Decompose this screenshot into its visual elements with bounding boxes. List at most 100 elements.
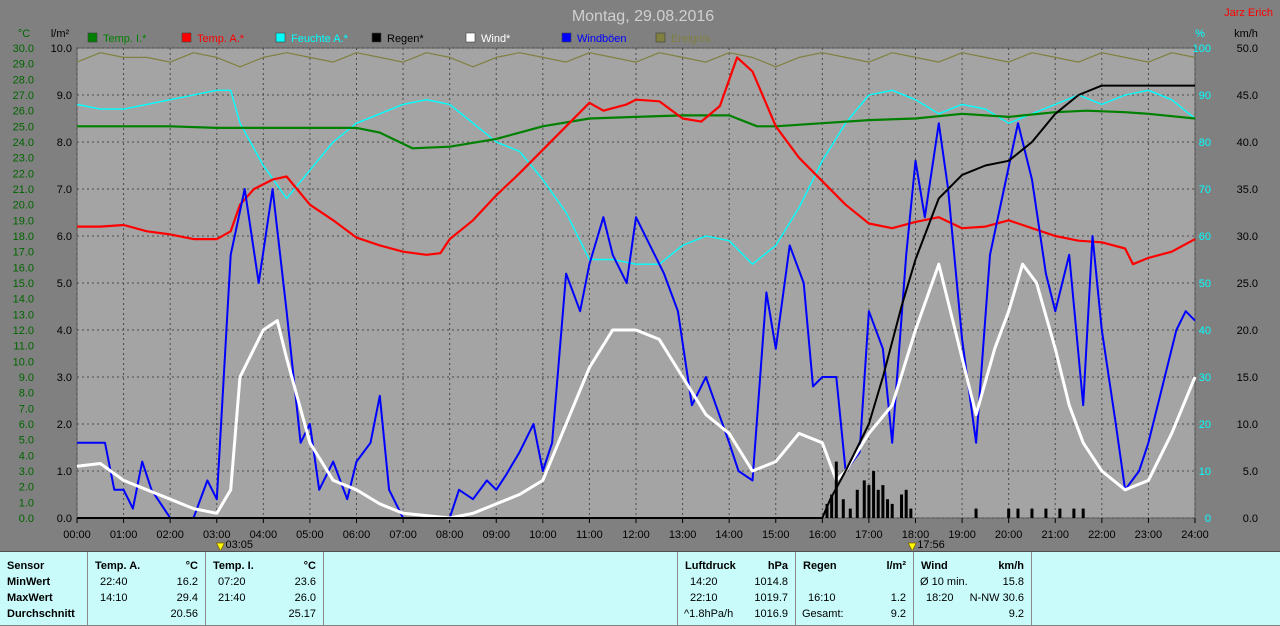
sensor-header: Sensor [7, 560, 45, 572]
temp-innen-max: 26.0 [294, 592, 316, 604]
temp-tick-label: 18.0 [13, 231, 34, 243]
temp-tick-label: 23.0 [13, 153, 34, 165]
temp-tick-label: 27.0 [13, 90, 34, 102]
x-tick-label: 13:00 [669, 529, 697, 541]
wind-tick-label: 25.0 [1237, 278, 1258, 290]
rain-tick-label: 10.0 [51, 43, 72, 55]
humidity-tick-label: 20 [1199, 419, 1211, 431]
rain-bar [841, 499, 845, 518]
row-label-avg: Durchschnitt [7, 608, 75, 620]
regen-max-time: 16:10 [808, 592, 836, 604]
temp-tick-label: 0.0 [19, 513, 34, 525]
x-tick-label: 04:00 [250, 529, 278, 541]
wind-avg10-label: Ø 10 min. [920, 576, 968, 588]
rain-bar [881, 485, 885, 518]
wind-avg10: 15.8 [1002, 576, 1024, 588]
temp-tick-label: 25.0 [13, 121, 34, 133]
regen-header: Regen [803, 560, 837, 572]
x-tick-label: 17:00 [855, 529, 883, 541]
temp-tick-label: 16.0 [13, 262, 34, 274]
rain-tick-label: 4.0 [57, 325, 72, 337]
x-tick-label: 11:00 [576, 529, 603, 541]
x-tick-label: 15:00 [762, 529, 790, 541]
rain-bar [904, 489, 908, 518]
temp-aussen-unit: °C [185, 560, 198, 572]
temp-innen-header: Temp. I. [213, 560, 254, 572]
rain-bar [834, 461, 838, 518]
temp-tick-label: 17.0 [13, 247, 34, 259]
temp-tick-label: 4.0 [19, 450, 34, 462]
humidity-tick-label: 0 [1205, 513, 1211, 525]
temp-tick-label: 28.0 [13, 74, 34, 86]
luftdruck-trend: ^1.8hPa/h [684, 608, 734, 620]
temp-tick-label: 19.0 [13, 215, 34, 227]
rain-tick-label: 3.0 [57, 372, 72, 384]
luftdruck-min-time: 14:20 [690, 576, 718, 588]
wind-tick-label: 5.0 [1243, 466, 1258, 478]
chart-grid [76, 47, 1196, 523]
x-tick-label: 12:00 [622, 529, 650, 541]
wind-unit: km/h [998, 560, 1024, 572]
rain-bar [825, 503, 829, 518]
rain-tick-label: 2.0 [57, 419, 72, 431]
temp-tick-label: 14.0 [13, 294, 34, 306]
stats-wind: Wind km/h Ø 10 min. 15.8 18:20 N-NW 30.6… [914, 552, 1032, 626]
temp-tick-label: 10.0 [13, 356, 34, 368]
row-label-max: MaxWert [7, 592, 53, 604]
luftdruck-min: 1014.8 [754, 576, 788, 588]
x-tick-label: 16:00 [809, 529, 837, 541]
x-tick-label: 19:00 [948, 529, 976, 541]
x-tick-label: 05:00 [296, 529, 324, 541]
rain-bar [1044, 508, 1048, 518]
humidity-tick-label: 10 [1199, 466, 1211, 478]
legend-swatch [371, 32, 382, 43]
wind-tick-label: 20.0 [1237, 325, 1258, 337]
x-tick-label: 01:00 [110, 529, 138, 541]
stats-temp-innen: Temp. I. °C 07:20 23.6 21:40 26.0 25.17 [206, 552, 324, 626]
rain-bar [1072, 508, 1076, 518]
legend-label: Temp. I.* [103, 33, 147, 45]
legend-swatch [87, 32, 98, 43]
luftdruck-avg: 1016.9 [754, 608, 788, 620]
temp-tick-label: 8.0 [19, 388, 34, 400]
x-tick-label: 20:00 [995, 529, 1023, 541]
rain-bar [876, 489, 880, 518]
rain-bar [867, 485, 871, 518]
stats-regen: Regen l/m² 16:10 1.2 Gesamt: 9.2 [796, 552, 914, 626]
rain-bar [1030, 508, 1034, 518]
rain-bar [855, 489, 859, 518]
rain-bar [862, 480, 866, 518]
regen-unit: l/m² [886, 560, 906, 572]
legend-label: Feuchte A.* [291, 33, 349, 45]
unit-rain-label: l/m² [51, 28, 70, 40]
temp-tick-label: 26.0 [13, 106, 34, 118]
rain-bar [848, 508, 852, 518]
x-tick-label: 06:00 [343, 529, 371, 541]
temp-innen-min-time: 07:20 [218, 576, 246, 588]
legend-swatch [655, 32, 666, 43]
temp-tick-label: 11.0 [13, 341, 34, 353]
legend-swatch [561, 32, 572, 43]
unit-humidity-label: % [1195, 28, 1205, 40]
temp-tick-label: 20.0 [13, 200, 34, 212]
temp-aussen-max-time: 14:10 [100, 592, 128, 604]
legend-swatch [181, 32, 192, 43]
temp-aussen-header: Temp. A. [95, 560, 141, 572]
wind-max: N-NW 30.6 [969, 592, 1024, 604]
luftdruck-unit: hPa [767, 560, 788, 572]
wind-tick-label: 10.0 [1237, 419, 1258, 431]
legend-label: Windböen [577, 33, 627, 45]
luftdruck-max-time: 22:10 [690, 592, 718, 604]
x-tick-label: 22:00 [1088, 529, 1116, 541]
x-tick-label: 23:00 [1135, 529, 1163, 541]
temp-innen-avg: 25.17 [288, 608, 316, 620]
rain-bar [872, 471, 876, 518]
temp-innen-unit: °C [303, 560, 316, 572]
temp-tick-label: 1.0 [19, 497, 34, 509]
wind-tick-label: 40.0 [1237, 137, 1258, 149]
humidity-tick-label: 90 [1199, 90, 1211, 102]
wind-avg: 9.2 [1008, 608, 1024, 620]
rain-tick-label: 1.0 [57, 466, 72, 478]
statistics-panel: Sensor MinWert MaxWert Durchschnitt Temp… [0, 551, 1280, 626]
humidity-tick-label: 70 [1199, 184, 1211, 196]
